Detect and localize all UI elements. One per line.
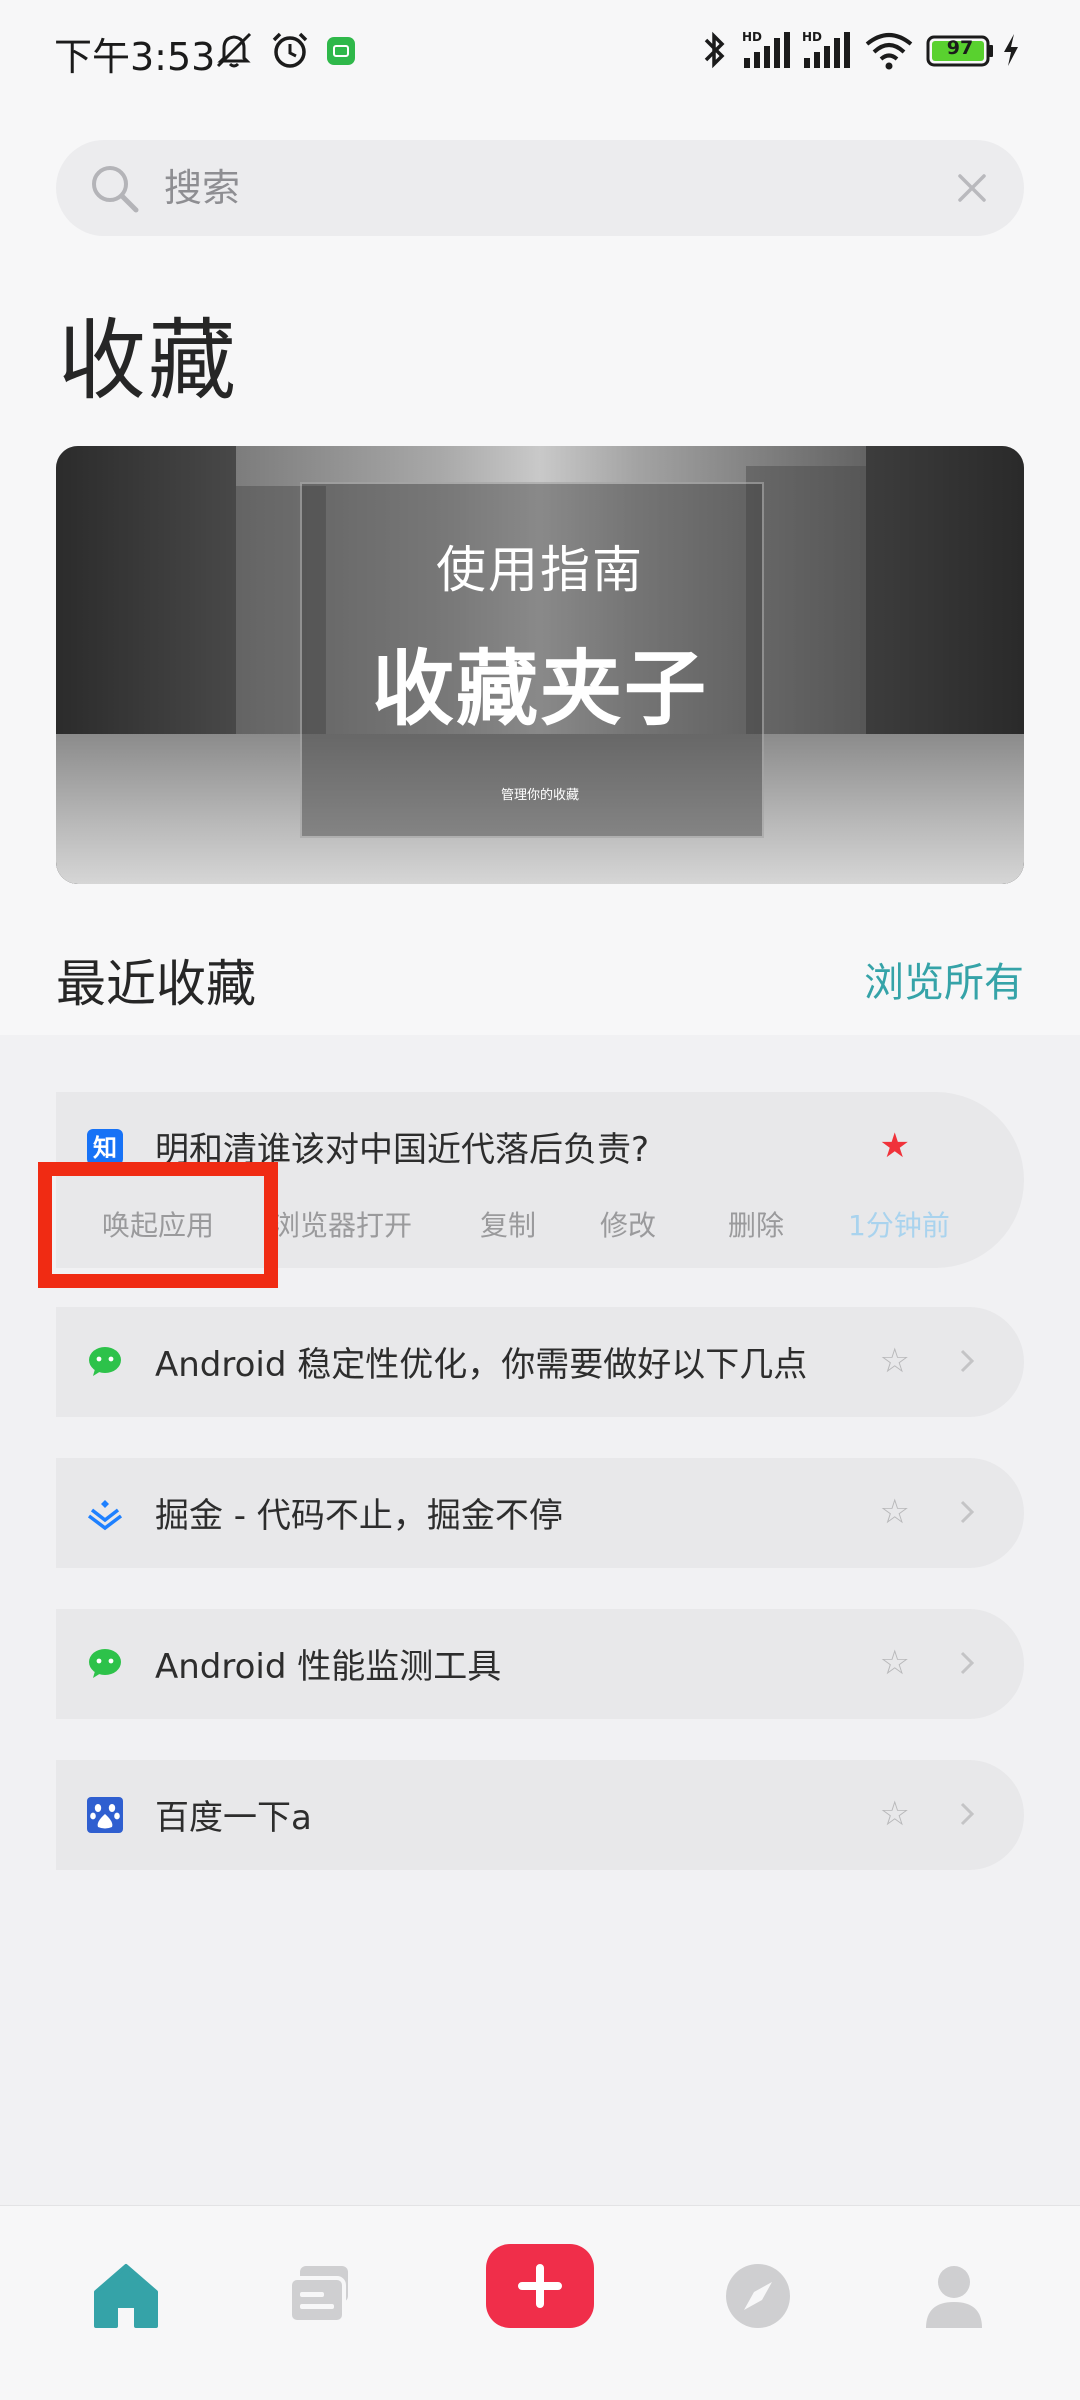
open-browser-action[interactable]: 浏览器打开 [272, 1204, 412, 1244]
battery-level: 97 [946, 37, 974, 59]
star-outline-icon[interactable]: ☆ [880, 1643, 910, 1683]
recent-favorites-title: 最近收藏 [56, 955, 256, 1013]
app-notification-icon [326, 36, 356, 80]
chevron-right-icon[interactable] [956, 1645, 980, 1681]
wifi-icon [864, 28, 914, 72]
list-item[interactable]: Android 性能监测工具 ☆ [56, 1609, 1024, 1719]
cards-icon[interactable] [280, 2256, 360, 2336]
add-icon [518, 2264, 562, 2308]
list-item[interactable]: 百度一下a ☆ [56, 1760, 1024, 1870]
search-bar[interactable] [56, 140, 1024, 236]
alarm-icon [268, 28, 312, 72]
edit-action[interactable]: 修改 [600, 1204, 656, 1244]
wechat-icon [86, 1343, 124, 1381]
bottom-nav [0, 2205, 1080, 2400]
star-outline-icon[interactable]: ☆ [880, 1794, 910, 1834]
list-item[interactable]: 掘金 - 代码不止，掘金不停 ☆ [56, 1458, 1024, 1568]
close-icon[interactable] [950, 166, 994, 210]
charging-icon [1000, 28, 1022, 72]
signal-hd-icon: HD [740, 28, 794, 72]
browse-all-link[interactable]: 浏览所有 [864, 950, 1024, 1008]
baidu-icon [86, 1796, 124, 1834]
top-area: 下午3:53 HD HD 97 搜索 收藏 使用指南 收藏夹子 管理你的收藏 最… [0, 0, 1080, 1035]
juejin-icon [86, 1494, 124, 1532]
mute-bell-icon [212, 28, 256, 72]
bluetooth-icon [700, 28, 730, 72]
item-title: Android 稳定性优化，你需要做好以下几点 [155, 1345, 808, 1385]
search-input[interactable] [162, 140, 922, 236]
copy-action[interactable]: 复制 [480, 1204, 536, 1244]
svg-text:知: 知 [93, 1134, 117, 1162]
guide-banner[interactable]: 使用指南 收藏夹子 管理你的收藏 [56, 446, 1024, 884]
add-button[interactable] [486, 2244, 594, 2328]
item-time: 1分钟前 [848, 1209, 950, 1242]
chevron-right-icon[interactable] [956, 1343, 980, 1379]
svg-text:HD: HD [742, 30, 762, 44]
banner-subtitle: 使用指南 [436, 541, 644, 599]
chevron-right-icon[interactable] [956, 1796, 980, 1832]
star-outline-icon[interactable]: ☆ [880, 1492, 910, 1532]
banner-caption: 管理你的收藏 [500, 788, 579, 803]
item-title: 百度一下a [155, 1798, 312, 1838]
svg-text:HD: HD [802, 30, 822, 44]
star-outline-icon[interactable]: ☆ [880, 1341, 910, 1381]
home-icon[interactable] [86, 2256, 166, 2336]
star-filled-icon[interactable]: ★ [880, 1126, 910, 1166]
status-time: 下午3:53 [54, 35, 216, 79]
profile-icon[interactable] [914, 2256, 994, 2336]
list-item[interactable]: Android 稳定性优化，你需要做好以下几点 ☆ [56, 1307, 1024, 1417]
page-title: 收藏 [58, 309, 239, 412]
delete-action[interactable]: 删除 [728, 1204, 784, 1244]
status-bar: 下午3:53 HD HD 97 [0, 0, 1080, 100]
zhihu-icon: 知 [86, 1128, 124, 1166]
search-icon [86, 160, 142, 216]
highlight-box [38, 1162, 278, 1288]
banner-title: 收藏夹子 [371, 642, 708, 737]
compass-icon[interactable] [718, 2256, 798, 2336]
chevron-right-icon[interactable] [956, 1494, 980, 1530]
item-title: Android 性能监测工具 [155, 1647, 502, 1687]
wechat-icon [86, 1645, 124, 1683]
signal-hd-icon: HD [800, 28, 854, 72]
item-title: 掘金 - 代码不止，掘金不停 [155, 1496, 563, 1536]
